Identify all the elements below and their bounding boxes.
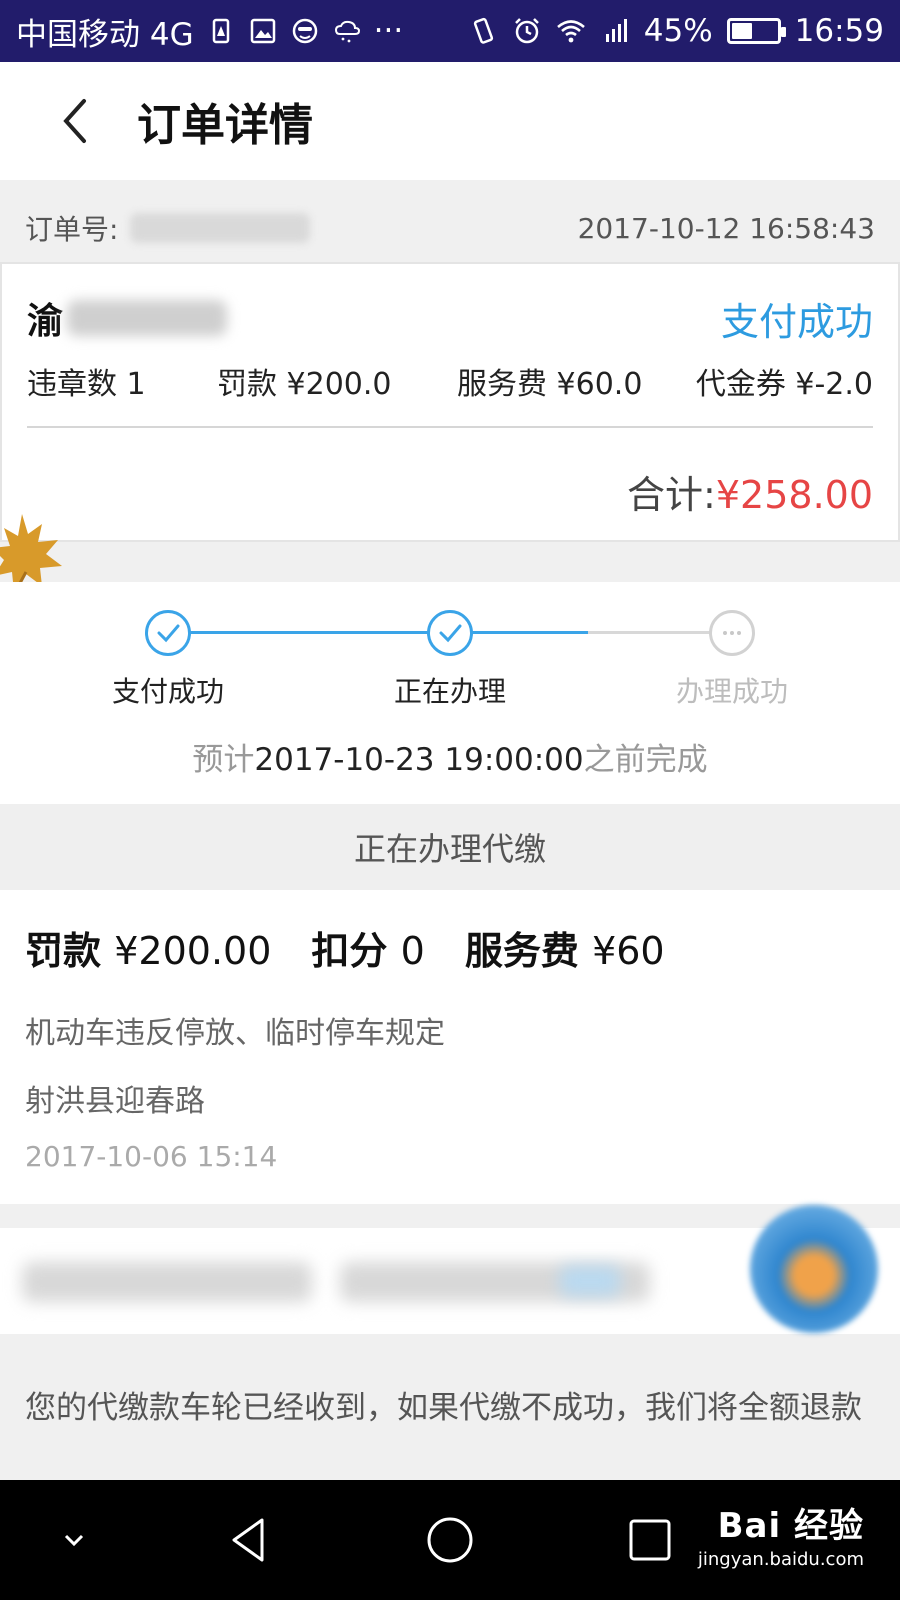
violation-fine: 罚款 ¥200.00: [25, 920, 271, 975]
wifi-icon: [556, 16, 586, 46]
image-icon: [248, 16, 278, 46]
violation-fine-value: ¥200.00: [114, 929, 272, 973]
more-notifications-label: ···: [373, 13, 404, 49]
service-fee: 服务费 ¥60.0: [457, 367, 643, 402]
eta-text: 预计2017-10-23 19:00:00之前完成: [0, 734, 900, 779]
nav-collapse-button[interactable]: [42, 1508, 106, 1572]
eta-prefix: 预计: [192, 742, 255, 778]
system-nav-bar: Bai 经验 jingyan.baidu.com: [0, 1480, 900, 1600]
order-number-redacted: [130, 213, 311, 243]
vibrate-icon: [468, 16, 498, 46]
order-created-time: 2017-10-12 16:58:43: [577, 211, 875, 245]
carrier-label: 中国移动 4G: [16, 16, 194, 53]
battery-saver-icon: [206, 16, 236, 46]
watermark-url: jingyan.baidu.com: [697, 1549, 864, 1570]
chevron-down-icon: [64, 1534, 84, 1547]
watermark-logo: Bai 经验: [717, 1506, 864, 1546]
nav-back-button[interactable]: [218, 1508, 282, 1572]
step-paid-label: 支付成功: [111, 675, 224, 708]
weather-cloud-icon: [332, 16, 362, 46]
battery-percent: 45%: [643, 13, 713, 49]
battery-icon: [726, 18, 786, 44]
progress-section: 支付成功 正在办理 办理成功 预计2017-10-23 19:00:00之前完成: [0, 582, 900, 804]
face-icon: [290, 16, 320, 46]
page-title: 订单详情: [137, 100, 313, 151]
fees-row: 违章数 1 罚款 ¥200.0 服务费 ¥60.0 代金券 ¥-2.0: [27, 356, 873, 406]
nav-recents-button[interactable]: [618, 1508, 682, 1572]
total-value: ¥258.00: [715, 473, 873, 517]
plate-number-redacted: [67, 300, 228, 336]
promo-text-redacted: [22, 1262, 312, 1302]
step-processing-label: 正在办理: [393, 675, 506, 708]
alarm-icon: [512, 16, 542, 46]
violation-points: 扣分 0: [311, 920, 424, 975]
floating-assistant-avatar[interactable]: [750, 1205, 878, 1333]
order-number-label: 订单号:: [25, 213, 119, 246]
battery-level: [731, 23, 753, 39]
order-meta-row: 订单号: 2017-10-12 16:58:43: [0, 195, 900, 261]
processing-banner: 正在办理代缴: [0, 804, 900, 890]
refund-notice: 您的代缴款车轮已经收到，如果代缴不成功，我们将全额退款: [25, 1390, 862, 1426]
clock: 16:59: [794, 13, 884, 49]
violation-reason: 机动车违反停放、临时停车规定: [25, 1016, 445, 1051]
signal-4g-icon: [600, 16, 630, 46]
step-completed-label: 办理成功: [675, 675, 788, 708]
pending-dots-icon: [709, 610, 755, 656]
total-row: 合计: ¥258.00: [627, 464, 873, 519]
status-bar: 中国移动 4G ··· 45% 16:59: [0, 0, 900, 62]
eta-date: 2017-10-23 19:00:00: [254, 742, 584, 778]
violation-fine-label: 罚款: [25, 929, 102, 973]
fine-amount: 罚款 ¥200.0: [217, 367, 392, 402]
violation-card: 罚款 ¥200.00 扣分 0 服务费 ¥60 机动车违反停放、临时停车规定 射…: [0, 890, 900, 1204]
violation-time: 2017-10-06 15:14: [25, 1140, 278, 1173]
baidu-jingyan-watermark: Bai 经验 jingyan.baidu.com: [698, 1498, 864, 1570]
violation-summary: 罚款 ¥200.00 扣分 0 服务费 ¥60: [25, 920, 665, 975]
check-icon: [427, 610, 473, 656]
square-recents-icon: [629, 1519, 671, 1561]
step-paid: 支付成功: [78, 604, 258, 710]
eta-suffix: 之前完成: [583, 742, 708, 778]
nav-home-button[interactable]: [418, 1508, 482, 1572]
promo-link-redacted: [560, 1266, 620, 1296]
order-summary-card: 渝 支付成功 违章数 1 罚款 ¥200.0 服务费 ¥60.0 代金券 ¥-2…: [0, 262, 900, 542]
check-icon: [145, 610, 191, 656]
card-divider: [27, 426, 873, 428]
violation-service-label: 服务费: [464, 929, 579, 973]
violation-service-fee: 服务费 ¥60: [465, 920, 665, 975]
violation-service-value: ¥60: [592, 929, 665, 973]
violation-points-label: 扣分: [311, 929, 388, 973]
total-label: 合计:: [627, 473, 716, 517]
step-completed: 办理成功: [642, 604, 822, 710]
plate-prefix: 渝: [27, 301, 64, 342]
back-button[interactable]: [45, 91, 105, 151]
violation-location: 射洪县迎春路: [25, 1084, 205, 1119]
triangle-back-icon: [232, 1518, 264, 1562]
violation-count: 违章数 1: [27, 367, 146, 402]
payment-status: 支付成功: [720, 299, 873, 344]
step-processing: 正在办理: [360, 604, 540, 710]
app-header: 订单详情: [0, 62, 900, 180]
violation-points-value: 0: [400, 929, 425, 973]
plate-row: 渝 支付成功: [27, 290, 873, 346]
chevron-left-icon: [63, 99, 86, 143]
progress-steps: 支付成功 正在办理 办理成功: [0, 604, 900, 708]
coupon-amount: 代金券 ¥-2.0: [695, 367, 873, 402]
circle-home-icon: [427, 1517, 473, 1563]
